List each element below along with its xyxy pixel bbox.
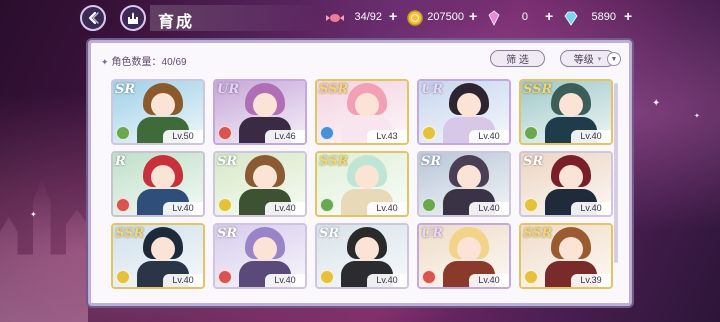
character-card[interactable]: SSR Lv.39: [519, 223, 613, 289]
rarity-badge: SR: [319, 226, 340, 241]
character-panel: ✦ 角色数量：40/69 筛 选 等级 ▾ ▼ SR Lv.50 UR Lv.46 SSR L…: [88, 40, 632, 306]
back-button[interactable]: [80, 5, 106, 31]
rarity-badge: SSR: [319, 154, 349, 169]
gold-value: 207500: [427, 11, 464, 23]
character-card[interactable]: SSR Lv.40: [519, 79, 613, 145]
attribute-icon: [524, 198, 538, 212]
attribute-icon: [422, 198, 436, 212]
attribute-icon: [320, 270, 334, 284]
gold-counter: 207500: [424, 10, 464, 26]
pink-gem-value: 0: [521, 11, 528, 23]
attribute-icon: [422, 126, 436, 140]
page-title: 育成: [158, 14, 195, 31]
attribute-icon: [116, 270, 130, 284]
filter-label: 筛 选: [506, 55, 529, 66]
pink-gem-icon: [488, 10, 500, 26]
castle-home-icon: [128, 12, 138, 24]
filter-button[interactable]: 筛 选: [490, 50, 545, 67]
character-card[interactable]: SR Lv.50: [111, 79, 205, 145]
home-button[interactable]: [120, 5, 146, 31]
attribute-icon: [524, 126, 538, 140]
level-label: Lv.46: [265, 130, 305, 143]
level-label: Lv.40: [469, 274, 509, 287]
add-blue-gem-button[interactable]: +: [624, 8, 632, 24]
rarity-badge: UR: [421, 82, 444, 97]
rarity-badge: SSR: [523, 82, 553, 97]
add-candy-button[interactable]: +: [389, 8, 397, 24]
attribute-icon: [116, 126, 130, 140]
rarity-badge: SR: [217, 226, 238, 241]
attribute-icon: [524, 270, 538, 284]
character-count-label: 角色数量: [111, 57, 152, 68]
rarity-badge: SR: [421, 154, 442, 169]
rarity-badge: SR: [523, 154, 544, 169]
character-card[interactable]: UR Lv.46: [213, 79, 307, 145]
candy-counter: 34/92: [346, 10, 382, 26]
sparkle-icon: ✦: [652, 98, 661, 109]
star-icon: ✦: [101, 57, 109, 67]
character-card[interactable]: SSR Lv.40: [315, 151, 409, 217]
candy-value: 34/92: [354, 11, 382, 23]
character-count: ✦ 角色数量：40/69: [101, 57, 187, 68]
chevron-down-icon: ▼: [610, 55, 618, 63]
character-card[interactable]: SR Lv.40: [315, 223, 409, 289]
rarity-badge: UR: [421, 226, 444, 241]
character-card[interactable]: SR Lv.40: [213, 151, 307, 217]
level-label: Lv.50: [163, 130, 203, 143]
level-label: Lv.40: [163, 274, 203, 287]
character-card[interactable]: R Lv.40: [111, 151, 205, 217]
candy-icon: [326, 14, 344, 22]
level-label: Lv.40: [571, 130, 611, 143]
character-card[interactable]: SR Lv.40: [417, 151, 511, 217]
top-bar: 育成 34/92 + 207500 + 0 + 5890 +: [0, 0, 720, 36]
scrollbar[interactable]: [614, 83, 618, 263]
attribute-icon: [218, 126, 232, 140]
collapse-button[interactable]: ▼: [607, 52, 621, 66]
attribute-icon: [422, 270, 436, 284]
rarity-badge: R: [115, 154, 126, 169]
level-label: Lv.40: [265, 274, 305, 287]
character-card[interactable]: SSR Lv.40: [111, 223, 205, 289]
character-card[interactable]: UR Lv.40: [417, 79, 511, 145]
attribute-icon: [218, 270, 232, 284]
level-label: Lv.39: [571, 274, 611, 287]
level-label: Lv.40: [571, 202, 611, 215]
rarity-badge: SSR: [115, 226, 145, 241]
attribute-icon: [320, 198, 334, 212]
sparkle-icon: ✦: [694, 113, 700, 120]
level-label: Lv.40: [163, 202, 203, 215]
blue-gem-counter: 5890: [586, 10, 616, 26]
sort-label: 等级: [573, 55, 594, 66]
level-label: Lv.40: [469, 130, 509, 143]
add-pink-gem-button[interactable]: +: [545, 8, 553, 24]
add-gold-button[interactable]: +: [469, 8, 477, 24]
attribute-icon: [116, 198, 130, 212]
back-arrow-icon: [88, 11, 99, 25]
blue-gem-icon: [564, 11, 578, 26]
level-label: Lv.40: [469, 202, 509, 215]
rarity-badge: SSR: [319, 82, 349, 97]
character-card[interactable]: SR Lv.40: [519, 151, 613, 217]
level-label: Lv.40: [367, 202, 407, 215]
rarity-badge: SSR: [523, 226, 553, 241]
attribute-icon: [218, 198, 232, 212]
rarity-badge: SR: [217, 154, 238, 169]
panel-header: ✦ 角色数量：40/69 筛 选 等级 ▾ ▼: [91, 43, 629, 69]
character-card[interactable]: UR Lv.40: [417, 223, 511, 289]
character-count-value: 40/69: [161, 57, 187, 68]
rarity-badge: UR: [217, 82, 240, 97]
rarity-badge: SR: [115, 82, 136, 97]
blue-gem-value: 5890: [591, 11, 616, 23]
sort-triangle-icon: ▾: [597, 55, 602, 63]
character-card[interactable]: SSR Lv.43: [315, 79, 409, 145]
pink-gem-counter: 0: [506, 10, 528, 26]
level-label: Lv.43: [367, 130, 407, 143]
level-label: Lv.40: [367, 274, 407, 287]
level-label: Lv.40: [265, 202, 305, 215]
gold-coin-icon: [407, 10, 423, 26]
sparkle-icon: ✦: [30, 210, 37, 219]
attribute-icon: [320, 126, 334, 140]
character-card[interactable]: SR Lv.40: [213, 223, 307, 289]
